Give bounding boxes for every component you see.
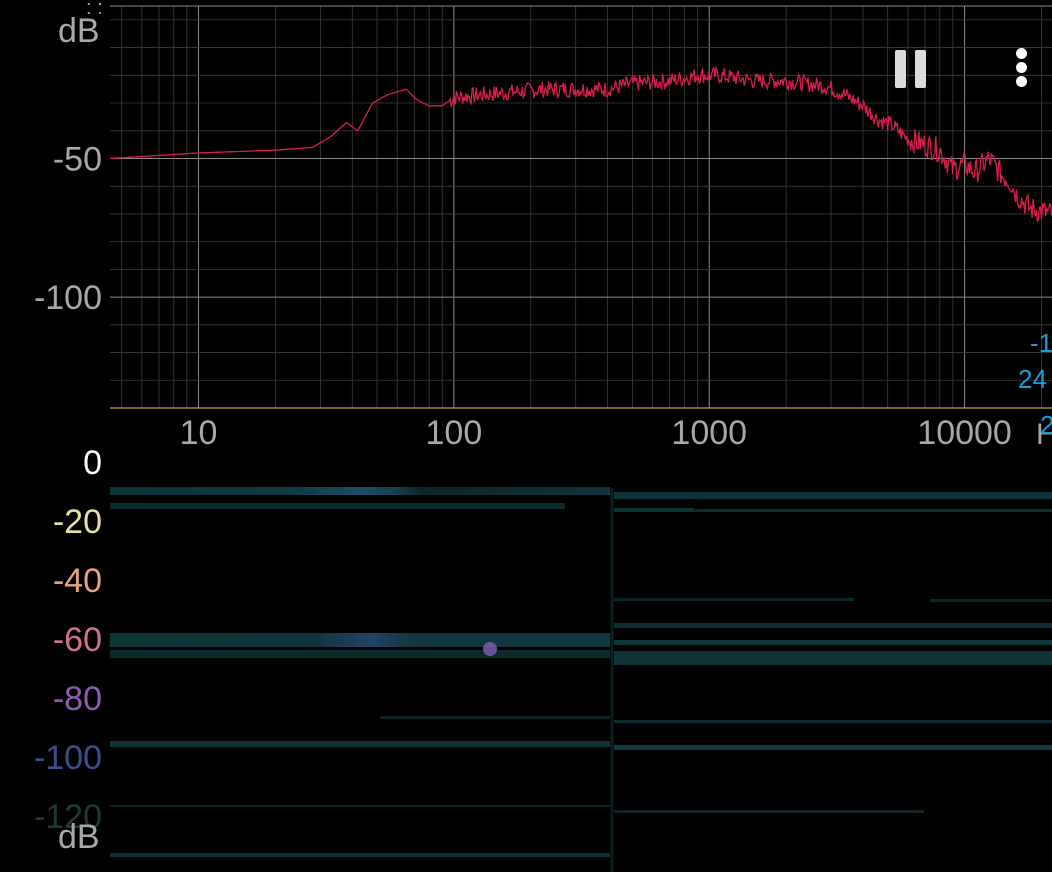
more-vertical-icon-dot xyxy=(1016,76,1027,87)
more-vertical-icon xyxy=(1016,48,1027,59)
spectrum-y-tick-label: -50 xyxy=(53,140,102,178)
spectrum-x-tick-label: 1000 xyxy=(671,414,747,448)
spectrogram-db-label: -40 xyxy=(53,562,102,600)
spectrum-x-tick-label: 10 xyxy=(180,414,218,448)
spectrogram-plot[interactable]: 0-20-40-60-80-100-120 dB xyxy=(0,448,1052,872)
spectrum-x-tick-label: 10000 xyxy=(917,414,1012,448)
cursor-readout-db: -1 xyxy=(1030,328,1052,358)
cursor-readout-freq: 24 xyxy=(1018,364,1047,394)
spectrogram-db-label: -20 xyxy=(53,503,102,541)
pause-button[interactable] xyxy=(884,44,940,94)
overflow-menu-button[interactable] xyxy=(1000,40,1044,96)
spectrogram-db-label: -60 xyxy=(53,621,102,659)
spectrogram-db-label: -80 xyxy=(53,680,102,718)
spectrum-y-clipped-tick: : : xyxy=(86,0,103,19)
spectrum-y-tick-label: -100 xyxy=(34,279,102,317)
pause-icon-bar xyxy=(915,50,926,88)
more-vertical-icon-dot xyxy=(1016,62,1027,73)
spectrogram-db-label: 0 xyxy=(83,448,102,482)
spectrum-x-tick-label: 100 xyxy=(426,414,483,448)
cursor-readout-extra: 2 xyxy=(1040,410,1052,440)
pause-icon xyxy=(895,50,906,88)
spectrogram-db-label: -100 xyxy=(34,739,102,777)
spectrogram-y-unit-label: dB xyxy=(58,818,100,856)
